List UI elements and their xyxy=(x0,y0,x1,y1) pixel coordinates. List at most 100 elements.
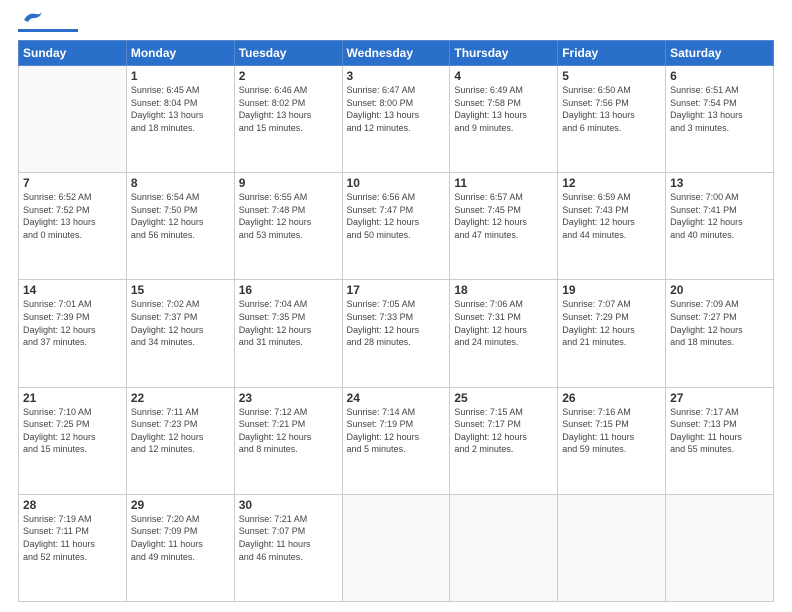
day-info: Sunrise: 6:59 AMSunset: 7:43 PMDaylight:… xyxy=(562,191,661,241)
day-number: 2 xyxy=(239,69,338,83)
calendar-cell: 29Sunrise: 7:20 AMSunset: 7:09 PMDayligh… xyxy=(126,494,234,601)
weekday-header-tuesday: Tuesday xyxy=(234,41,342,66)
logo-bird-icon xyxy=(22,10,44,28)
day-number: 11 xyxy=(454,176,553,190)
day-info: Sunrise: 7:01 AMSunset: 7:39 PMDaylight:… xyxy=(23,298,122,348)
day-number: 14 xyxy=(23,283,122,297)
day-info: Sunrise: 6:49 AMSunset: 7:58 PMDaylight:… xyxy=(454,84,553,134)
day-number: 17 xyxy=(347,283,446,297)
day-number: 18 xyxy=(454,283,553,297)
day-number: 13 xyxy=(670,176,769,190)
header xyxy=(18,18,774,32)
day-number: 4 xyxy=(454,69,553,83)
calendar-cell: 18Sunrise: 7:06 AMSunset: 7:31 PMDayligh… xyxy=(450,280,558,387)
day-number: 15 xyxy=(131,283,230,297)
calendar-cell: 3Sunrise: 6:47 AMSunset: 8:00 PMDaylight… xyxy=(342,66,450,173)
calendar-cell: 1Sunrise: 6:45 AMSunset: 8:04 PMDaylight… xyxy=(126,66,234,173)
calendar-cell: 28Sunrise: 7:19 AMSunset: 7:11 PMDayligh… xyxy=(19,494,127,601)
calendar-cell: 15Sunrise: 7:02 AMSunset: 7:37 PMDayligh… xyxy=(126,280,234,387)
day-info: Sunrise: 7:19 AMSunset: 7:11 PMDaylight:… xyxy=(23,513,122,563)
calendar-cell: 17Sunrise: 7:05 AMSunset: 7:33 PMDayligh… xyxy=(342,280,450,387)
day-info: Sunrise: 7:04 AMSunset: 7:35 PMDaylight:… xyxy=(239,298,338,348)
calendar-cell: 19Sunrise: 7:07 AMSunset: 7:29 PMDayligh… xyxy=(558,280,666,387)
day-number: 1 xyxy=(131,69,230,83)
calendar-cell: 16Sunrise: 7:04 AMSunset: 7:35 PMDayligh… xyxy=(234,280,342,387)
day-info: Sunrise: 6:45 AMSunset: 8:04 PMDaylight:… xyxy=(131,84,230,134)
day-number: 27 xyxy=(670,391,769,405)
day-info: Sunrise: 6:52 AMSunset: 7:52 PMDaylight:… xyxy=(23,191,122,241)
day-info: Sunrise: 6:54 AMSunset: 7:50 PMDaylight:… xyxy=(131,191,230,241)
calendar-table: SundayMondayTuesdayWednesdayThursdayFrid… xyxy=(18,40,774,602)
day-info: Sunrise: 7:16 AMSunset: 7:15 PMDaylight:… xyxy=(562,406,661,456)
day-number: 5 xyxy=(562,69,661,83)
day-number: 10 xyxy=(347,176,446,190)
calendar-cell: 27Sunrise: 7:17 AMSunset: 7:13 PMDayligh… xyxy=(666,387,774,494)
weekday-header-saturday: Saturday xyxy=(666,41,774,66)
day-number: 29 xyxy=(131,498,230,512)
logo xyxy=(18,18,78,32)
day-info: Sunrise: 6:50 AMSunset: 7:56 PMDaylight:… xyxy=(562,84,661,134)
calendar-cell xyxy=(19,66,127,173)
day-info: Sunrise: 7:14 AMSunset: 7:19 PMDaylight:… xyxy=(347,406,446,456)
day-info: Sunrise: 7:06 AMSunset: 7:31 PMDaylight:… xyxy=(454,298,553,348)
calendar-cell: 4Sunrise: 6:49 AMSunset: 7:58 PMDaylight… xyxy=(450,66,558,173)
calendar-cell xyxy=(450,494,558,601)
calendar-cell: 23Sunrise: 7:12 AMSunset: 7:21 PMDayligh… xyxy=(234,387,342,494)
day-info: Sunrise: 7:12 AMSunset: 7:21 PMDaylight:… xyxy=(239,406,338,456)
day-info: Sunrise: 6:47 AMSunset: 8:00 PMDaylight:… xyxy=(347,84,446,134)
calendar-cell: 22Sunrise: 7:11 AMSunset: 7:23 PMDayligh… xyxy=(126,387,234,494)
day-info: Sunrise: 7:05 AMSunset: 7:33 PMDaylight:… xyxy=(347,298,446,348)
day-number: 7 xyxy=(23,176,122,190)
calendar-cell: 20Sunrise: 7:09 AMSunset: 7:27 PMDayligh… xyxy=(666,280,774,387)
calendar-header-row: SundayMondayTuesdayWednesdayThursdayFrid… xyxy=(19,41,774,66)
calendar-cell: 21Sunrise: 7:10 AMSunset: 7:25 PMDayligh… xyxy=(19,387,127,494)
day-info: Sunrise: 6:56 AMSunset: 7:47 PMDaylight:… xyxy=(347,191,446,241)
day-number: 26 xyxy=(562,391,661,405)
day-number: 20 xyxy=(670,283,769,297)
calendar-week-row: 28Sunrise: 7:19 AMSunset: 7:11 PMDayligh… xyxy=(19,494,774,601)
calendar-cell xyxy=(666,494,774,601)
calendar-cell: 30Sunrise: 7:21 AMSunset: 7:07 PMDayligh… xyxy=(234,494,342,601)
calendar-cell: 7Sunrise: 6:52 AMSunset: 7:52 PMDaylight… xyxy=(19,173,127,280)
day-number: 8 xyxy=(131,176,230,190)
day-number: 21 xyxy=(23,391,122,405)
day-info: Sunrise: 7:21 AMSunset: 7:07 PMDaylight:… xyxy=(239,513,338,563)
day-number: 24 xyxy=(347,391,446,405)
day-number: 19 xyxy=(562,283,661,297)
day-info: Sunrise: 6:46 AMSunset: 8:02 PMDaylight:… xyxy=(239,84,338,134)
day-info: Sunrise: 7:11 AMSunset: 7:23 PMDaylight:… xyxy=(131,406,230,456)
day-number: 22 xyxy=(131,391,230,405)
day-info: Sunrise: 6:57 AMSunset: 7:45 PMDaylight:… xyxy=(454,191,553,241)
calendar-cell: 26Sunrise: 7:16 AMSunset: 7:15 PMDayligh… xyxy=(558,387,666,494)
calendar-cell: 5Sunrise: 6:50 AMSunset: 7:56 PMDaylight… xyxy=(558,66,666,173)
day-info: Sunrise: 7:20 AMSunset: 7:09 PMDaylight:… xyxy=(131,513,230,563)
calendar-cell xyxy=(342,494,450,601)
weekday-header-friday: Friday xyxy=(558,41,666,66)
calendar-cell: 14Sunrise: 7:01 AMSunset: 7:39 PMDayligh… xyxy=(19,280,127,387)
calendar-week-row: 21Sunrise: 7:10 AMSunset: 7:25 PMDayligh… xyxy=(19,387,774,494)
calendar-cell: 10Sunrise: 6:56 AMSunset: 7:47 PMDayligh… xyxy=(342,173,450,280)
weekday-header-monday: Monday xyxy=(126,41,234,66)
day-number: 23 xyxy=(239,391,338,405)
weekday-header-wednesday: Wednesday xyxy=(342,41,450,66)
page: SundayMondayTuesdayWednesdayThursdayFrid… xyxy=(0,0,792,612)
day-info: Sunrise: 7:10 AMSunset: 7:25 PMDaylight:… xyxy=(23,406,122,456)
day-info: Sunrise: 7:09 AMSunset: 7:27 PMDaylight:… xyxy=(670,298,769,348)
day-number: 30 xyxy=(239,498,338,512)
calendar-cell: 2Sunrise: 6:46 AMSunset: 8:02 PMDaylight… xyxy=(234,66,342,173)
calendar-cell: 12Sunrise: 6:59 AMSunset: 7:43 PMDayligh… xyxy=(558,173,666,280)
calendar-week-row: 1Sunrise: 6:45 AMSunset: 8:04 PMDaylight… xyxy=(19,66,774,173)
day-number: 16 xyxy=(239,283,338,297)
calendar-cell: 6Sunrise: 6:51 AMSunset: 7:54 PMDaylight… xyxy=(666,66,774,173)
day-info: Sunrise: 7:15 AMSunset: 7:17 PMDaylight:… xyxy=(454,406,553,456)
day-number: 3 xyxy=(347,69,446,83)
calendar-week-row: 14Sunrise: 7:01 AMSunset: 7:39 PMDayligh… xyxy=(19,280,774,387)
day-number: 6 xyxy=(670,69,769,83)
day-info: Sunrise: 7:00 AMSunset: 7:41 PMDaylight:… xyxy=(670,191,769,241)
day-info: Sunrise: 7:07 AMSunset: 7:29 PMDaylight:… xyxy=(562,298,661,348)
weekday-header-sunday: Sunday xyxy=(19,41,127,66)
calendar-cell: 11Sunrise: 6:57 AMSunset: 7:45 PMDayligh… xyxy=(450,173,558,280)
day-number: 25 xyxy=(454,391,553,405)
calendar-cell: 24Sunrise: 7:14 AMSunset: 7:19 PMDayligh… xyxy=(342,387,450,494)
day-number: 12 xyxy=(562,176,661,190)
